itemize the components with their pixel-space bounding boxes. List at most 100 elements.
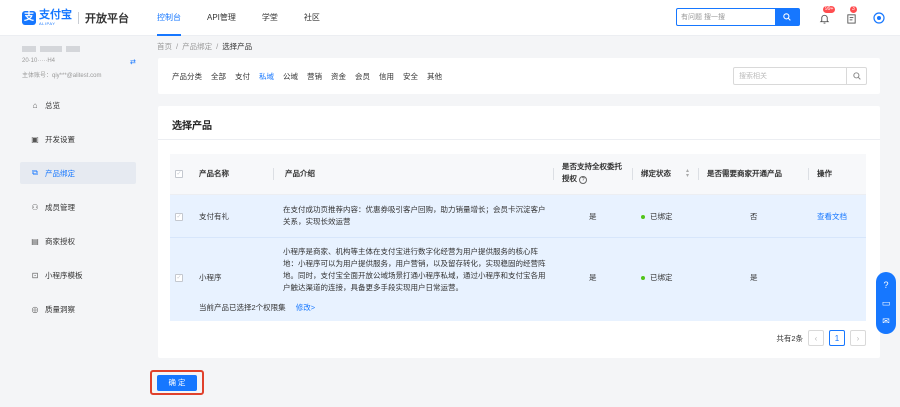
sidebar-item-label: 质量洞察: [45, 304, 75, 314]
col-intro: 产品介绍: [285, 169, 315, 178]
account-name-masked: [22, 44, 100, 52]
col-status: 绑定状态: [641, 169, 671, 178]
members-icon: ⚇: [31, 202, 39, 212]
tab-membership[interactable]: 会员: [355, 71, 370, 82]
full-auth-value: 是: [589, 273, 597, 282]
table-row[interactable]: ✓ 支付有礼 在支付成功页推荐内容：优惠券吸引客户回购，助力销量增长；会员卡沉淀…: [170, 195, 866, 238]
pager-next-button[interactable]: ›: [850, 330, 866, 346]
mail-icon[interactable]: ✉: [882, 316, 890, 326]
nav-community[interactable]: 社区: [304, 0, 320, 36]
bind-status: 已绑定: [641, 272, 673, 284]
product-search: [733, 67, 867, 85]
breadcrumb-home[interactable]: 首页: [157, 42, 172, 51]
help-chat-icon[interactable]: ?: [883, 280, 888, 290]
global-search-button[interactable]: [775, 9, 799, 25]
nav-academy[interactable]: 学堂: [262, 0, 278, 36]
alipay-logo[interactable]: 支 支付宝 ALIPAY 开放平台: [22, 10, 129, 26]
sidebar-item-miniapp-template[interactable]: ⊡ 小程序模板: [20, 264, 136, 286]
confirm-highlight: 确 定: [150, 370, 204, 395]
view-docs-link[interactable]: 查看文档: [817, 211, 847, 223]
confirm-button[interactable]: 确 定: [157, 374, 197, 391]
status-dot-icon: [641, 215, 645, 220]
top-nav: 控制台 API管理 学堂 社区: [157, 0, 346, 36]
status-dot-icon: [641, 276, 645, 281]
notification-badge: 99+: [823, 6, 836, 13]
switch-account-icon[interactable]: ⇄: [130, 58, 136, 66]
tab-public-domain[interactable]: 公域: [283, 71, 298, 82]
global-search: [676, 8, 800, 26]
template-icon: ⊡: [31, 270, 39, 280]
product-intro: 小程序是商家、机构等主体在支付宝进行数字化经营为用户提供服务的核心阵地：小程序可…: [283, 247, 546, 292]
bind-status: 已绑定: [641, 211, 673, 223]
pager-prev-button[interactable]: ‹: [808, 330, 824, 346]
nav-console[interactable]: 控制台: [157, 0, 181, 36]
sidebar-item-overview[interactable]: ⌂ 总览: [20, 94, 136, 116]
floating-assistant-bar: ? ▭ ✉: [876, 272, 896, 334]
sidebar-item-quality[interactable]: ◎ 质量洞察: [20, 298, 136, 320]
breadcrumb-product-binding[interactable]: 产品绑定: [182, 42, 212, 51]
notification-button[interactable]: 99+: [817, 6, 836, 25]
logo-en-text: ALIPAY: [39, 21, 56, 26]
tab-marketing[interactable]: 营销: [307, 71, 322, 82]
tab-credit[interactable]: 信用: [379, 71, 394, 82]
avatar-icon: [873, 12, 885, 24]
row-checkbox[interactable]: ✓: [175, 213, 183, 221]
chat-icon[interactable]: ▭: [882, 298, 891, 308]
tab-payment[interactable]: 支付: [235, 71, 250, 82]
sidebar-item-label: 成员管理: [45, 202, 75, 212]
tasks-button[interactable]: 3: [844, 6, 858, 25]
chevron-right-icon: ›: [856, 333, 860, 343]
sidebar-item-label: 小程序模板: [45, 270, 83, 280]
global-search-input[interactable]: [677, 9, 776, 25]
sidebar-item-label: 总览: [45, 100, 60, 110]
sidebar-item-members[interactable]: ⚇ 成员管理: [20, 196, 136, 218]
settings-doc-icon: ▣: [31, 134, 39, 144]
product-search-button[interactable]: [846, 68, 866, 84]
category-tabs: 产品分类 全部 支付 私域 公域 营销 资金 会员 信用 安全 其他: [172, 58, 451, 94]
permission-summary: 当前产品已选择2个权限集 修改>: [199, 302, 315, 314]
user-avatar-button[interactable]: [872, 11, 886, 25]
row-checkbox[interactable]: ✓: [175, 274, 183, 282]
col-full-auth: 是否支持全权委托授权 ?: [562, 161, 622, 185]
product-name: 支付有礼: [199, 212, 229, 221]
merchant-required-value: 是: [750, 273, 758, 282]
product-search-input[interactable]: [734, 68, 844, 84]
col-merchant: 是否需要商家开通产品: [707, 169, 782, 178]
tab-other[interactable]: 其他: [427, 71, 442, 82]
logo-divider: [78, 12, 79, 24]
logo-cn-text: 支付宝: [39, 9, 72, 21]
full-auth-value: 是: [589, 212, 597, 221]
tab-security[interactable]: 安全: [403, 71, 418, 82]
home-icon: ⌂: [32, 100, 38, 110]
alipay-logo-mark: 支: [22, 11, 36, 25]
help-icon[interactable]: ?: [579, 176, 588, 184]
select-all-checkbox[interactable]: ✓: [175, 170, 183, 178]
tab-private-domain[interactable]: 私域: [259, 71, 274, 82]
category-filter-card: 产品分类 全部 支付 私域 公域 营销 资金 会员 信用 安全 其他: [158, 58, 880, 94]
top-bar: 支 支付宝 ALIPAY 开放平台 控制台 API管理 学堂 社区 99+ 3: [0, 0, 900, 36]
pager-page-current[interactable]: 1: [829, 330, 845, 346]
modify-permission-link[interactable]: 修改>: [296, 303, 315, 312]
sidebar: 20·10·····H4 ⇄ 主体账号：qiy***@alitest.com ⌂…: [0, 36, 146, 407]
sidebar-item-product-binding[interactable]: ⧉ 产品绑定: [20, 162, 136, 184]
sidebar-item-merchant-auth[interactable]: ▤ 商家授权: [20, 230, 136, 252]
col-action: 操作: [817, 169, 832, 178]
sidebar-item-dev-settings[interactable]: ▣ 开发设置: [20, 128, 136, 150]
col-full-auth-label: 是否支持全权委托授权: [562, 162, 622, 183]
tasks-badge: 3: [850, 6, 857, 13]
nav-api-management[interactable]: API管理: [207, 0, 236, 36]
table-row[interactable]: ✓ 小程序 小程序是商家、机构等主体在支付宝进行数字化经营为用户提供服务的核心阵…: [170, 238, 866, 321]
quality-icon: ◎: [31, 304, 39, 314]
tab-all[interactable]: 全部: [211, 71, 226, 82]
breadcrumb-current: 选择产品: [222, 42, 253, 51]
sidebar-item-label: 开发设置: [45, 134, 75, 144]
permission-summary-text: 当前产品已选择2个权限集: [199, 303, 286, 312]
sidebar-item-label: 产品绑定: [45, 168, 75, 178]
bind-status-label: 已绑定: [650, 212, 673, 221]
category-label: 产品分类: [172, 71, 202, 81]
authorize-icon: ▤: [31, 236, 39, 246]
account-main: 主体账号：qiy***@alitest.com: [22, 73, 102, 79]
merchant-required-value: 否: [750, 212, 758, 221]
sort-icon[interactable]: ▴ ▾: [686, 168, 689, 179]
tab-funds[interactable]: 资金: [331, 71, 346, 82]
